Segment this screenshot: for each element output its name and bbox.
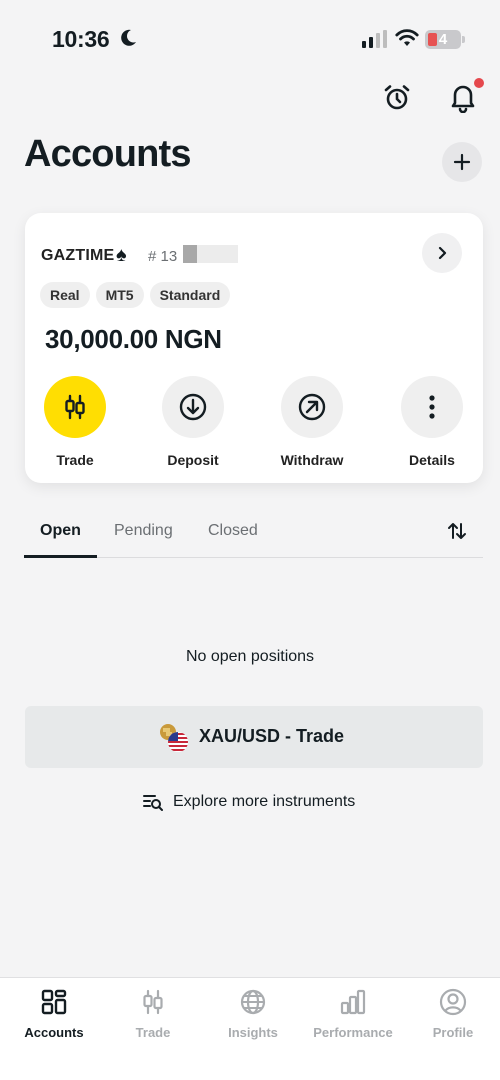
tag-type: Standard [149, 282, 231, 308]
deposit-action[interactable]: Deposit [148, 376, 238, 468]
withdraw-action[interactable]: Withdraw [267, 376, 357, 468]
account-number-redaction [183, 245, 238, 263]
account-name: GAZTIME [41, 247, 115, 264]
cellular-signal-icon [362, 30, 387, 48]
nav-trade-label: Trade [135, 1025, 171, 1040]
nav-profile[interactable]: Profile [403, 988, 500, 1040]
nav-insights-label: Insights [228, 1025, 278, 1040]
tab-closed[interactable]: Closed [208, 522, 258, 540]
account-balance: 30,000.00 NGN [45, 324, 222, 354]
trade-action-label: Trade [56, 452, 94, 468]
spade-icon: ♠ [116, 244, 127, 266]
sort-icon[interactable] [446, 520, 468, 542]
page-title: Accounts [24, 133, 192, 175]
gold-usd-flag-icon [160, 724, 188, 752]
bottom-nav: Accounts Trade Insights Performance Prof… [0, 977, 500, 1080]
tag-platform: MT5 [95, 282, 144, 308]
xauusd-trade-label: XAU/USD - Trade [199, 726, 345, 746]
nav-insights[interactable]: Insights [203, 988, 303, 1040]
battery-level: 4 [438, 31, 448, 48]
add-account-button[interactable] [442, 142, 482, 182]
withdraw-action-label: Withdraw [280, 452, 344, 468]
explore-instruments-link[interactable]: Explore more instruments [143, 793, 355, 811]
account-number: # 13 [148, 248, 178, 265]
candlestick-icon [65, 394, 85, 420]
xauusd-trade-button[interactable]: XAU/USD - Trade [25, 706, 483, 768]
status-time: 10:36 [52, 26, 110, 52]
nav-profile-label: Profile [432, 1025, 474, 1040]
wifi-icon [395, 29, 419, 46]
nav-accounts[interactable]: Accounts [4, 988, 104, 1040]
deposit-action-label: Deposit [167, 452, 219, 468]
chevron-right-icon [438, 246, 447, 260]
arrow-down-circle-icon [179, 393, 207, 421]
tag-real: Real [40, 282, 90, 308]
tab-open[interactable]: Open [40, 522, 81, 540]
empty-state-text: No open positions [185, 648, 315, 665]
details-action-label: Details [409, 452, 455, 468]
arrow-up-right-circle-icon [298, 393, 326, 421]
trade-action[interactable]: Trade [30, 376, 120, 468]
account-details-button[interactable] [422, 233, 462, 273]
grid-icon [41, 989, 67, 1015]
plus-icon [453, 153, 471, 171]
active-tab-indicator [24, 555, 97, 558]
alarm-clock-icon[interactable] [382, 83, 412, 113]
account-card[interactable]: GAZTIME ♠ # 13 Real MT5 Standard 30,000.… [25, 213, 483, 483]
search-list-icon [143, 795, 163, 811]
explore-instruments-label: Explore more instruments [173, 793, 356, 810]
nav-accounts-label: Accounts [24, 1025, 84, 1040]
moon-icon [121, 29, 136, 46]
positions-tabs: Open Pending Closed [24, 510, 483, 558]
tab-pending[interactable]: Pending [114, 522, 173, 540]
status-bar: 10:36 4 [0, 0, 500, 80]
bar-chart-icon [340, 989, 366, 1015]
nav-performance-label: Performance [313, 1025, 393, 1040]
user-icon [439, 988, 467, 1016]
notification-dot [474, 78, 484, 88]
account-tags: Real MT5 Standard [40, 282, 231, 308]
nav-performance[interactable]: Performance [303, 988, 403, 1040]
globe-icon [240, 989, 266, 1015]
battery-indicator: 4 [425, 30, 461, 49]
candlestick-icon [143, 989, 163, 1015]
details-action[interactable]: Details [387, 376, 477, 468]
more-vertical-icon [429, 395, 435, 419]
nav-trade[interactable]: Trade [103, 988, 203, 1040]
